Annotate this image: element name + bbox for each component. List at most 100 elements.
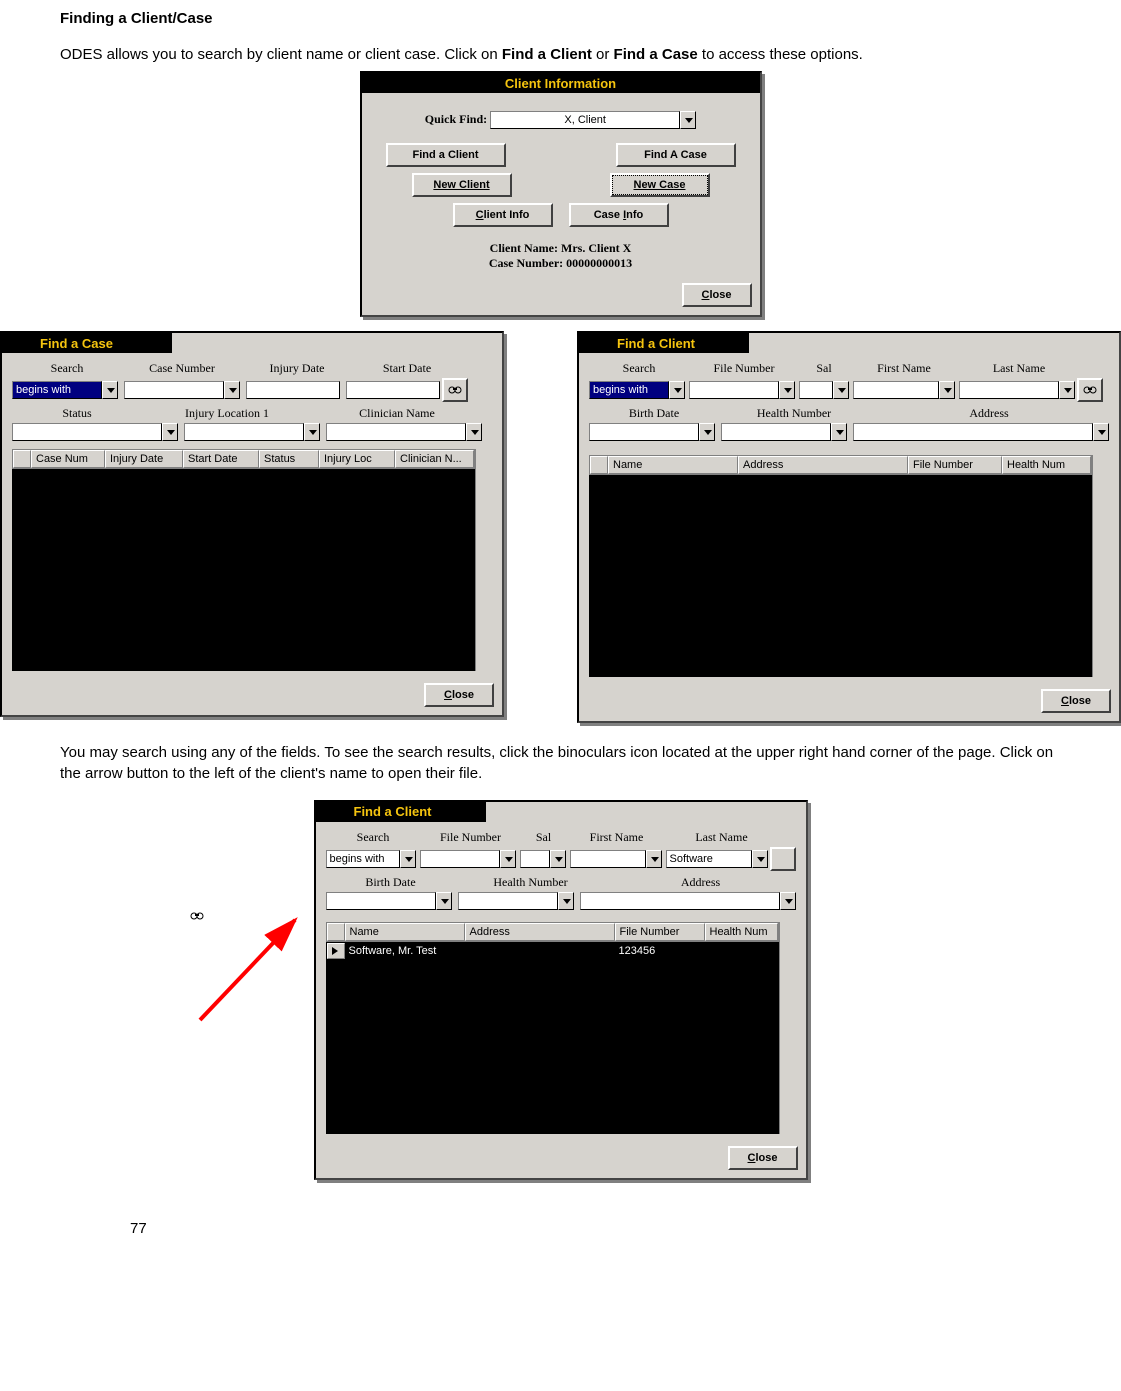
dropdown-arrow-icon[interactable] — [833, 381, 849, 399]
label-start-date: Start Date — [352, 361, 462, 376]
dropdown-arrow-icon[interactable] — [646, 850, 662, 868]
first-name-input[interactable] — [570, 850, 646, 868]
label-sal: Sal — [799, 361, 849, 376]
search-mode-select[interactable]: begins with — [12, 381, 102, 399]
col-clinician[interactable]: Clinician N... — [395, 450, 474, 468]
dropdown-arrow-icon[interactable] — [699, 423, 715, 441]
address-input[interactable] — [853, 423, 1093, 441]
close-button[interactable]: Close — [728, 1146, 798, 1170]
dropdown-arrow-icon[interactable] — [162, 423, 178, 441]
dropdown-arrow-icon[interactable] — [939, 381, 955, 399]
label-first-name: First Name — [849, 361, 959, 376]
scrollbar[interactable] — [1092, 455, 1109, 677]
dropdown-arrow-icon[interactable] — [1059, 381, 1075, 399]
close-button[interactable]: Close — [424, 683, 494, 707]
quick-find-dropdown-arrow[interactable] — [680, 111, 696, 129]
find-a-client-button[interactable]: Find a Client — [386, 143, 506, 167]
dropdown-arrow-icon[interactable] — [831, 423, 847, 441]
col-injury-date[interactable]: Injury Date — [105, 450, 183, 468]
binoculars-icon[interactable] — [442, 378, 468, 402]
col-case-num[interactable]: Case Num — [31, 450, 105, 468]
clinician-select[interactable] — [326, 423, 466, 441]
new-case-button[interactable]: New Case — [610, 173, 710, 197]
dropdown-arrow-icon[interactable] — [669, 381, 685, 399]
label-address: Address — [869, 406, 1109, 421]
cell-file-number: 123456 — [615, 945, 705, 959]
dropdown-arrow-icon[interactable] — [224, 381, 240, 399]
dropdown-arrow-icon[interactable] — [780, 892, 796, 910]
last-name-input[interactable]: Software — [666, 850, 752, 868]
dropdown-arrow-icon[interactable] — [466, 423, 482, 441]
new-client-button[interactable]: New Client — [412, 173, 512, 197]
client-name-label: Client Name: — [490, 241, 561, 255]
birth-date-input[interactable] — [589, 423, 699, 441]
dropdown-arrow-icon[interactable] — [550, 850, 566, 868]
case-info-button[interactable]: Case Info — [569, 203, 669, 227]
results-grid[interactable]: Software, Mr. Test 123456 — [326, 942, 779, 1134]
address-input[interactable] — [580, 892, 780, 910]
dialog-titlebar: Find a Case — [2, 333, 172, 353]
col-name[interactable]: Name — [345, 923, 465, 941]
table-row[interactable]: Software, Mr. Test 123456 — [327, 943, 778, 959]
col-status[interactable]: Status — [259, 450, 319, 468]
dropdown-arrow-icon[interactable] — [1093, 423, 1109, 441]
quick-find-input[interactable]: X, Client — [490, 111, 680, 129]
col-health-num[interactable]: Health Num — [1002, 456, 1091, 474]
col-start-date[interactable]: Start Date — [183, 450, 259, 468]
row-open-arrow[interactable] — [327, 943, 345, 959]
intro-text-1: ODES allows you to search by client name… — [60, 46, 502, 63]
cell-health-num — [705, 945, 778, 959]
dropdown-arrow-icon[interactable] — [400, 850, 416, 868]
results-header: Name Address File Number Health Num — [326, 922, 779, 942]
label-health-number: Health Number — [719, 406, 869, 421]
col-file-number[interactable]: File Number — [908, 456, 1002, 474]
dropdown-arrow-icon[interactable] — [500, 850, 516, 868]
find-a-case-button[interactable]: Find A Case — [616, 143, 736, 167]
close-button[interactable]: Close — [682, 283, 752, 307]
col-file-number[interactable]: File Number — [615, 923, 705, 941]
results-grid[interactable] — [589, 475, 1092, 677]
red-arrow-annotation — [190, 910, 310, 1030]
label-clinician-name: Clinician Name — [312, 406, 482, 421]
health-number-input[interactable] — [458, 892, 558, 910]
dropdown-arrow-icon[interactable] — [304, 423, 320, 441]
health-number-input[interactable] — [721, 423, 831, 441]
birth-date-input[interactable] — [326, 892, 436, 910]
last-name-input[interactable] — [959, 381, 1059, 399]
col-name[interactable]: Name — [608, 456, 738, 474]
dropdown-arrow-icon[interactable] — [558, 892, 574, 910]
sal-select[interactable] — [520, 850, 550, 868]
case-number-input[interactable] — [124, 381, 224, 399]
client-info-button[interactable]: Client Info — [453, 203, 553, 227]
start-date-input[interactable] — [346, 381, 440, 399]
search-mode-select[interactable]: begins with — [589, 381, 669, 399]
scrollbar[interactable] — [779, 922, 796, 1134]
case-number-label: Case Number: — [489, 256, 566, 270]
file-number-input[interactable] — [689, 381, 779, 399]
file-number-input[interactable] — [420, 850, 500, 868]
injury-date-input[interactable] — [246, 381, 340, 399]
binoculars-icon[interactable] — [1077, 378, 1103, 402]
col-injury-loc[interactable]: Injury Loc — [319, 450, 395, 468]
dropdown-arrow-icon[interactable] — [436, 892, 452, 910]
first-name-input[interactable] — [853, 381, 939, 399]
label-search: Search — [12, 361, 122, 376]
sal-select[interactable] — [799, 381, 833, 399]
close-button[interactable]: Close — [1041, 689, 1111, 713]
col-address[interactable]: Address — [738, 456, 908, 474]
injury-location-select[interactable] — [184, 423, 304, 441]
scrollbar[interactable] — [475, 449, 492, 671]
dialog-titlebar: Find a Client — [579, 333, 749, 353]
label-last-name: Last Name — [667, 830, 777, 845]
status-select[interactable] — [12, 423, 162, 441]
page-heading: Finding a Client/Case — [60, 10, 1061, 27]
dropdown-arrow-icon[interactable] — [752, 850, 768, 868]
dropdown-arrow-icon[interactable] — [102, 381, 118, 399]
col-address[interactable]: Address — [465, 923, 615, 941]
dropdown-arrow-icon[interactable] — [779, 381, 795, 399]
results-grid[interactable] — [12, 469, 475, 671]
binoculars-icon[interactable] — [770, 847, 796, 871]
search-mode-select[interactable]: begins with — [326, 850, 400, 868]
label-injury-date: Injury Date — [242, 361, 352, 376]
col-health-num[interactable]: Health Num — [705, 923, 778, 941]
